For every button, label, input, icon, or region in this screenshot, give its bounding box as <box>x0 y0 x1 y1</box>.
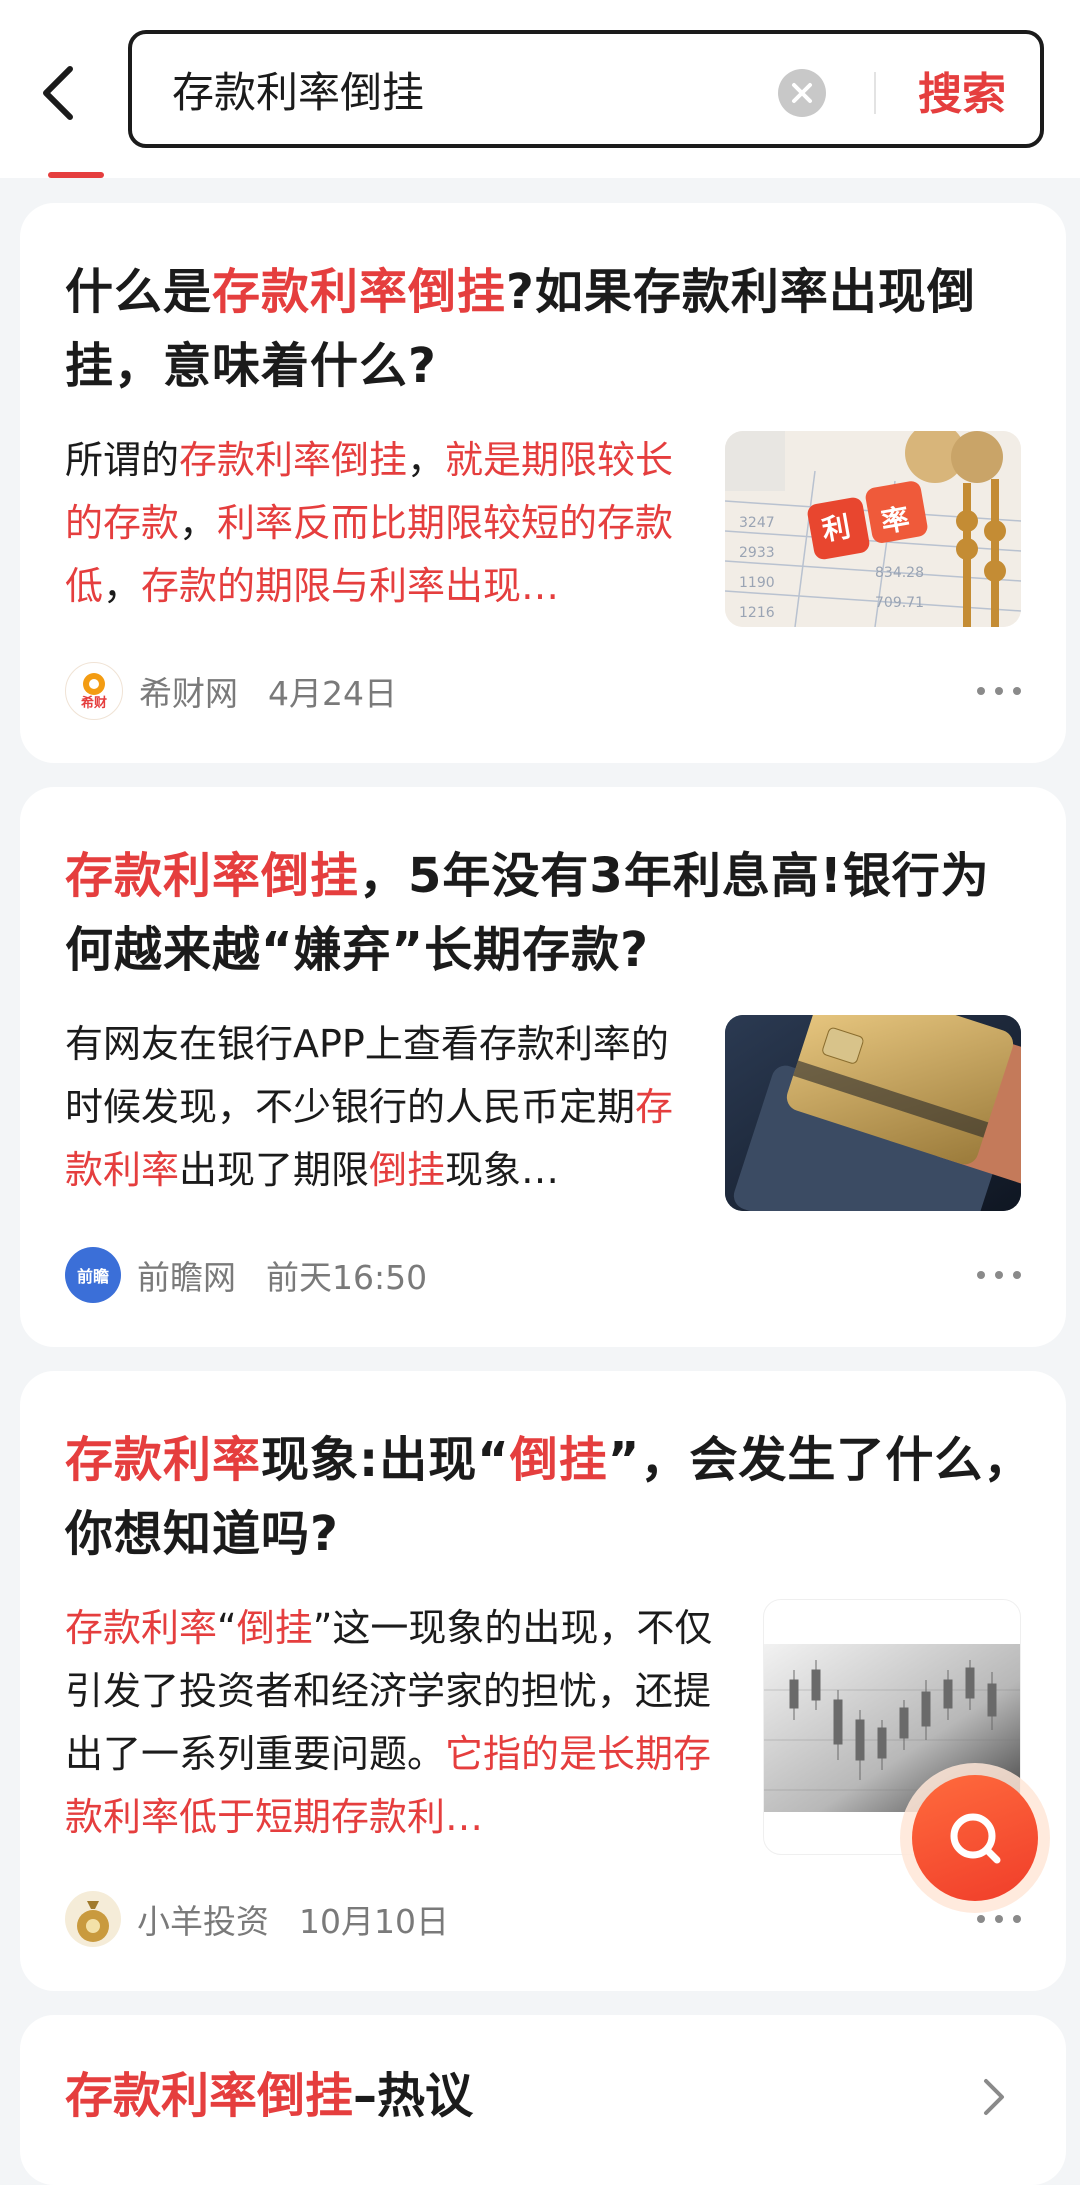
source-row: 前瞻 前瞻网 前天16:50 <box>65 1245 427 1305</box>
snippet-highlight: 倒挂 <box>369 1148 446 1192</box>
source-name[interactable]: 小羊投资 <box>137 1895 269 1943</box>
more-icon <box>995 1271 1003 1279</box>
more-icon <box>977 1915 985 1923</box>
snippet-text: 现象… <box>445 1148 560 1192</box>
publish-time: 10月10日 <box>299 1902 449 1941</box>
more-icon <box>977 687 985 695</box>
clear-search-button[interactable] <box>778 69 826 117</box>
result-title[interactable]: 存款利率倒挂，5年没有3年利息高!银行为何越来越“嫌弃”长期存款? <box>65 839 1035 987</box>
snippet-text: ， <box>179 501 218 545</box>
result-card[interactable]: 什么是存款利率倒挂?如果存款利率出现倒挂，意味着什么? 所谓的存款利率倒挂，就是… <box>20 203 1066 763</box>
snippet-highlight: 存款利率 <box>65 1606 218 1650</box>
source-logo-text: 希财 <box>80 696 107 711</box>
publish-time: 前天16:50 <box>266 1258 428 1297</box>
source-logo: 希财 <box>65 662 123 720</box>
publish-time: 4月24日 <box>268 674 397 713</box>
source-row: 小羊投资 10月10日 <box>65 1889 449 1949</box>
more-icon <box>1013 687 1021 695</box>
title-highlight: 存款利率倒挂 <box>65 2068 354 2124</box>
result-card[interactable]: 存款利率倒挂，5年没有3年利息高!银行为何越来越“嫌弃”长期存款? 有网友在银行… <box>20 787 1066 1347</box>
svg-text:2933: 2933 <box>739 545 775 561</box>
result-card[interactable]: 存款利率现象:出现“倒挂”，会发生了什么，你想知道吗? 存款利率“倒挂”这一现象… <box>20 1371 1066 1991</box>
search-box: 搜索 <box>128 30 1044 148</box>
svg-text:3247: 3247 <box>739 515 775 531</box>
title-highlight: 存款利率 <box>65 1432 262 1488</box>
floating-search-button[interactable] <box>900 1763 1050 1913</box>
title-highlight: 存款利率倒挂 <box>212 264 507 320</box>
more-options-button[interactable] <box>977 1255 1021 1295</box>
hot-discussion-title[interactable]: 存款利率倒挂–热议 <box>65 2059 473 2133</box>
xicai-logo-icon <box>83 673 105 695</box>
interest-rate-dice-image[interactable]: 3247 2933 1190 1216 834.28 709.71 利 率 <box>725 431 1021 627</box>
more-icon <box>995 687 1003 695</box>
search-header: 搜索 <box>0 0 1080 178</box>
money-bag-icon <box>77 1901 109 1942</box>
thumbnail-graphic <box>725 1015 1021 1211</box>
close-icon <box>792 83 812 103</box>
title-text: 什么是 <box>65 264 213 320</box>
chevron-left-icon <box>43 66 73 120</box>
search-input[interactable] <box>172 54 732 124</box>
svg-text:1216: 1216 <box>739 605 775 621</box>
thumbnail-graphic: 3247 2933 1190 1216 834.28 709.71 <box>725 431 1021 627</box>
snippet-highlight: 倒挂 <box>236 1606 313 1650</box>
title-text: 现象:出现“ <box>261 1432 510 1488</box>
svg-text:1190: 1190 <box>739 575 775 591</box>
source-logo: 前瞻 <box>65 1247 121 1303</box>
source-logo <box>65 1891 121 1947</box>
more-icon <box>1013 1271 1021 1279</box>
more-options-button[interactable] <box>977 671 1021 711</box>
hot-discussion-card[interactable]: 存款利率倒挂–热议 <box>20 2015 1066 2185</box>
result-title[interactable]: 存款利率现象:出现“倒挂”，会发生了什么，你想知道吗? <box>65 1423 1035 1571</box>
search-icon <box>950 1813 1001 1864</box>
result-snippet: 存款利率“倒挂”这一现象的出现，不仅引发了投资者和经济学家的担忧，还提出了一系列… <box>65 1597 735 1849</box>
svg-text:709.71: 709.71 <box>875 595 924 611</box>
title-highlight: 存款利率倒挂 <box>65 848 360 904</box>
snippet-text: 有网友在银行APP上查看存款利率的时候发现，不少银行的人民币定期 <box>65 1022 669 1129</box>
snippet-text: ， <box>103 564 142 608</box>
result-snippet: 有网友在银行APP上查看存款利率的时候发现，不少银行的人民币定期存款利率出现了期… <box>65 1013 695 1202</box>
title-text: –热议 <box>353 2068 474 2124</box>
snippet-text: 出现了期限 <box>179 1148 370 1192</box>
source-row: 希财 希财网 4月24日 <box>65 661 397 721</box>
snippet-text: 所谓的 <box>65 438 180 482</box>
back-button[interactable] <box>30 55 86 131</box>
more-icon <box>995 1915 1003 1923</box>
snippet-text: “ <box>217 1606 237 1650</box>
source-logo-text: 前瞻 <box>76 1267 109 1286</box>
snippet-highlight: 存款利率倒挂 <box>179 438 408 482</box>
tab-indicator <box>48 172 104 178</box>
svg-text:834.28: 834.28 <box>875 565 924 581</box>
source-name[interactable]: 前瞻网 <box>137 1251 236 1299</box>
floating-search-circle <box>912 1775 1038 1901</box>
snippet-highlight: 存款的期限与利率出现… <box>141 564 560 608</box>
more-icon <box>1013 1915 1021 1923</box>
search-button[interactable]: 搜索 <box>902 54 1022 126</box>
result-snippet: 所谓的存款利率倒挂，就是期限较长的存款，利率反而比期限较短的存款低，存款的期限与… <box>65 429 695 618</box>
title-highlight: 倒挂 <box>509 1432 608 1488</box>
search-divider <box>874 72 876 114</box>
snippet-text: ， <box>407 438 446 482</box>
source-name[interactable]: 希财网 <box>139 667 238 715</box>
bank-cards-image[interactable] <box>725 1015 1021 1211</box>
result-title[interactable]: 什么是存款利率倒挂?如果存款利率出现倒挂，意味着什么? <box>65 255 1035 403</box>
chevron-right-icon <box>984 2079 1004 2115</box>
more-icon <box>977 1271 985 1279</box>
